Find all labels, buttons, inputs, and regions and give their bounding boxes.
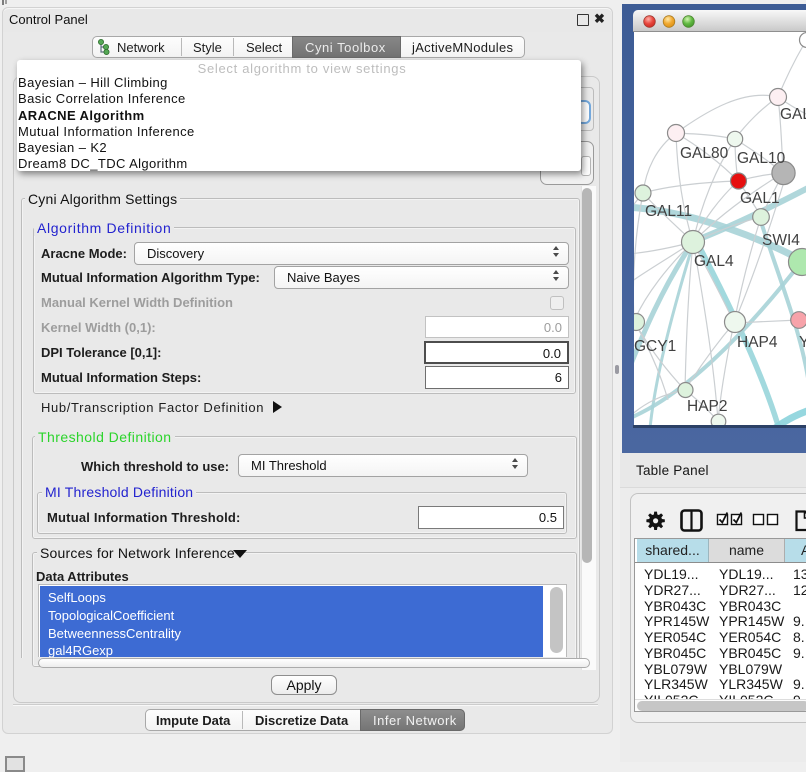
svg-text:GAL80: GAL80: [680, 145, 729, 162]
svg-text:HAP2: HAP2: [687, 398, 728, 415]
svg-text:GAL1: GAL1: [740, 190, 780, 207]
svg-text:GAL11: GAL11: [645, 203, 692, 220]
svg-text:YB: YB: [799, 334, 806, 351]
svg-text:SWI4: SWI4: [762, 232, 800, 249]
svg-text:GAL7: GAL7: [780, 106, 806, 123]
svg-text:GCY1: GCY1: [634, 338, 676, 355]
svg-text:GAL10: GAL10: [737, 150, 786, 167]
svg-text:GAL4: GAL4: [694, 253, 734, 270]
svg-text:HAP4: HAP4: [737, 334, 778, 351]
